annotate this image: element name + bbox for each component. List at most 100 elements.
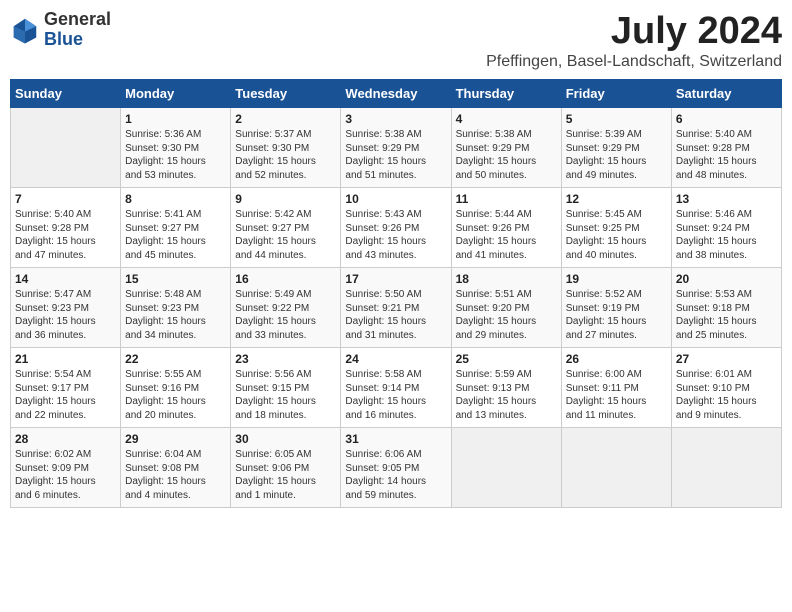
calendar-cell: 26 Sunrise: 6:00 AM Sunset: 9:11 PM Dayli… bbox=[561, 348, 671, 428]
day-number: 29 bbox=[125, 432, 226, 446]
calendar-cell bbox=[561, 428, 671, 508]
day-number: 5 bbox=[566, 112, 667, 126]
calendar-cell: 9Sunrise: 5:42 AM Sunset: 9:27 PM Daylig… bbox=[231, 188, 341, 268]
day-number: 15 bbox=[125, 272, 226, 286]
day-info: Sunrise: 6:04 AM Sunset: 9:08 PM Dayligh… bbox=[125, 448, 226, 502]
header-saturday: Saturday bbox=[671, 80, 781, 108]
day-info: Sunrise: 5:47 AM Sunset: 9:23 PM Dayligh… bbox=[15, 288, 116, 342]
calendar-cell: 1Sunrise: 5:36 AM Sunset: 9:30 PM Daylig… bbox=[121, 108, 231, 188]
header-row: SundayMondayTuesdayWednesdayThursdayFrid… bbox=[11, 80, 782, 108]
header-thursday: Thursday bbox=[451, 80, 561, 108]
logo-blue: Blue bbox=[44, 30, 111, 50]
day-info: Sunrise: 5:52 AM Sunset: 9:19 PM Dayligh… bbox=[566, 288, 667, 342]
header-sunday: Sunday bbox=[11, 80, 121, 108]
day-number: 6 bbox=[676, 112, 777, 126]
day-number: 2 bbox=[235, 112, 336, 126]
day-info: Sunrise: 6:05 AM Sunset: 9:06 PM Dayligh… bbox=[235, 448, 336, 502]
calendar-table: SundayMondayTuesdayWednesdayThursdayFrid… bbox=[10, 79, 782, 508]
title-area: July 2024 Pfeffingen, Basel-Landschaft, … bbox=[486, 10, 782, 71]
calendar-cell: 8 Sunrise: 5:41 AM Sunset: 9:27 PM Daylig… bbox=[121, 188, 231, 268]
week-row-3: 14 Sunrise: 5:47 AM Sunset: 9:23 PM Dayli… bbox=[11, 268, 782, 348]
day-info: Sunrise: 5:53 AM Sunset: 9:18 PM Dayligh… bbox=[676, 288, 777, 342]
calendar-cell: 3 Sunrise: 5:38 AM Sunset: 9:29 PM Daylig… bbox=[341, 108, 451, 188]
calendar-cell: 31 Sunrise: 6:06 AM Sunset: 9:05 PM Dayli… bbox=[341, 428, 451, 508]
day-number: 14 bbox=[15, 272, 116, 286]
calendar-cell: 21 Sunrise: 5:54 AM Sunset: 9:17 PM Dayli… bbox=[11, 348, 121, 428]
day-info: Sunrise: 5:44 AM Sunset: 9:26 PM Dayligh… bbox=[456, 208, 557, 262]
day-info: Sunrise: 5:39 AM Sunset: 9:29 PM Dayligh… bbox=[566, 128, 667, 182]
calendar-cell: 22 Sunrise: 5:55 AM Sunset: 9:16 PM Dayli… bbox=[121, 348, 231, 428]
calendar-cell: 19 Sunrise: 5:52 AM Sunset: 9:19 PM Dayli… bbox=[561, 268, 671, 348]
day-number: 20 bbox=[676, 272, 777, 286]
calendar-cell: 15Sunrise: 5:48 AM Sunset: 9:23 PM Dayli… bbox=[121, 268, 231, 348]
logo-general: General bbox=[44, 10, 111, 30]
day-info: Sunrise: 5:45 AM Sunset: 9:25 PM Dayligh… bbox=[566, 208, 667, 262]
day-number: 30 bbox=[235, 432, 336, 446]
calendar-cell: 25 Sunrise: 5:59 AM Sunset: 9:13 PM Dayli… bbox=[451, 348, 561, 428]
day-number: 21 bbox=[15, 352, 116, 366]
day-info: Sunrise: 5:51 AM Sunset: 9:20 PM Dayligh… bbox=[456, 288, 557, 342]
calendar-cell: 13 Sunrise: 5:46 AM Sunset: 9:24 PM Dayli… bbox=[671, 188, 781, 268]
calendar-cell: 17Sunrise: 5:50 AM Sunset: 9:21 PM Dayli… bbox=[341, 268, 451, 348]
calendar-cell bbox=[11, 108, 121, 188]
day-number: 19 bbox=[566, 272, 667, 286]
page-header: General Blue July 2024 Pfeffingen, Basel… bbox=[10, 10, 782, 71]
day-number: 3 bbox=[345, 112, 446, 126]
calendar-cell: 23Sunrise: 5:56 AM Sunset: 9:15 PM Dayli… bbox=[231, 348, 341, 428]
calendar-cell: 28Sunrise: 6:02 AM Sunset: 9:09 PM Dayli… bbox=[11, 428, 121, 508]
day-number: 11 bbox=[456, 192, 557, 206]
day-number: 17 bbox=[345, 272, 446, 286]
header-friday: Friday bbox=[561, 80, 671, 108]
day-info: Sunrise: 5:43 AM Sunset: 9:26 PM Dayligh… bbox=[345, 208, 446, 262]
calendar-cell: 4Sunrise: 5:38 AM Sunset: 9:29 PM Daylig… bbox=[451, 108, 561, 188]
day-number: 24 bbox=[345, 352, 446, 366]
logo: General Blue bbox=[10, 10, 111, 50]
day-info: Sunrise: 5:38 AM Sunset: 9:29 PM Dayligh… bbox=[345, 128, 446, 182]
day-number: 25 bbox=[456, 352, 557, 366]
day-info: Sunrise: 5:55 AM Sunset: 9:16 PM Dayligh… bbox=[125, 368, 226, 422]
calendar-cell bbox=[451, 428, 561, 508]
day-info: Sunrise: 6:01 AM Sunset: 9:10 PM Dayligh… bbox=[676, 368, 777, 422]
calendar-cell: 29 Sunrise: 6:04 AM Sunset: 9:08 PM Dayli… bbox=[121, 428, 231, 508]
week-row-1: 1Sunrise: 5:36 AM Sunset: 9:30 PM Daylig… bbox=[11, 108, 782, 188]
calendar-cell: 10 Sunrise: 5:43 AM Sunset: 9:26 PM Dayli… bbox=[341, 188, 451, 268]
day-info: Sunrise: 5:54 AM Sunset: 9:17 PM Dayligh… bbox=[15, 368, 116, 422]
week-row-5: 28Sunrise: 6:02 AM Sunset: 9:09 PM Dayli… bbox=[11, 428, 782, 508]
calendar-cell: 27 Sunrise: 6:01 AM Sunset: 9:10 PM Dayli… bbox=[671, 348, 781, 428]
day-number: 10 bbox=[345, 192, 446, 206]
calendar-cell: 30 Sunrise: 6:05 AM Sunset: 9:06 PM Dayli… bbox=[231, 428, 341, 508]
day-info: Sunrise: 5:58 AM Sunset: 9:14 PM Dayligh… bbox=[345, 368, 446, 422]
day-info: Sunrise: 5:37 AM Sunset: 9:30 PM Dayligh… bbox=[235, 128, 336, 182]
day-info: Sunrise: 5:59 AM Sunset: 9:13 PM Dayligh… bbox=[456, 368, 557, 422]
week-row-2: 7Sunrise: 5:40 AM Sunset: 9:28 PM Daylig… bbox=[11, 188, 782, 268]
day-info: Sunrise: 5:49 AM Sunset: 9:22 PM Dayligh… bbox=[235, 288, 336, 342]
calendar-cell: 14 Sunrise: 5:47 AM Sunset: 9:23 PM Dayli… bbox=[11, 268, 121, 348]
calendar-subtitle: Pfeffingen, Basel-Landschaft, Switzerlan… bbox=[486, 53, 782, 71]
day-info: Sunrise: 5:56 AM Sunset: 9:15 PM Dayligh… bbox=[235, 368, 336, 422]
logo-icon bbox=[10, 15, 40, 45]
calendar-cell: 16Sunrise: 5:49 AM Sunset: 9:22 PM Dayli… bbox=[231, 268, 341, 348]
day-info: Sunrise: 6:06 AM Sunset: 9:05 PM Dayligh… bbox=[345, 448, 446, 502]
calendar-cell bbox=[671, 428, 781, 508]
day-number: 18 bbox=[456, 272, 557, 286]
logo-text: General Blue bbox=[44, 10, 111, 50]
day-info: Sunrise: 5:46 AM Sunset: 9:24 PM Dayligh… bbox=[676, 208, 777, 262]
calendar-cell: 6Sunrise: 5:40 AM Sunset: 9:28 PM Daylig… bbox=[671, 108, 781, 188]
day-number: 31 bbox=[345, 432, 446, 446]
week-row-4: 21 Sunrise: 5:54 AM Sunset: 9:17 PM Dayli… bbox=[11, 348, 782, 428]
day-number: 13 bbox=[676, 192, 777, 206]
day-number: 8 bbox=[125, 192, 226, 206]
day-number: 9 bbox=[235, 192, 336, 206]
day-info: Sunrise: 5:38 AM Sunset: 9:29 PM Dayligh… bbox=[456, 128, 557, 182]
calendar-cell: 2 Sunrise: 5:37 AM Sunset: 9:30 PM Daylig… bbox=[231, 108, 341, 188]
day-info: Sunrise: 6:00 AM Sunset: 9:11 PM Dayligh… bbox=[566, 368, 667, 422]
day-number: 22 bbox=[125, 352, 226, 366]
calendar-title: July 2024 bbox=[486, 10, 782, 53]
day-number: 27 bbox=[676, 352, 777, 366]
day-info: Sunrise: 6:02 AM Sunset: 9:09 PM Dayligh… bbox=[15, 448, 116, 502]
day-number: 26 bbox=[566, 352, 667, 366]
day-info: Sunrise: 5:40 AM Sunset: 9:28 PM Dayligh… bbox=[15, 208, 116, 262]
calendar-cell: 24 Sunrise: 5:58 AM Sunset: 9:14 PM Dayli… bbox=[341, 348, 451, 428]
day-info: Sunrise: 5:36 AM Sunset: 9:30 PM Dayligh… bbox=[125, 128, 226, 182]
day-info: Sunrise: 5:41 AM Sunset: 9:27 PM Dayligh… bbox=[125, 208, 226, 262]
